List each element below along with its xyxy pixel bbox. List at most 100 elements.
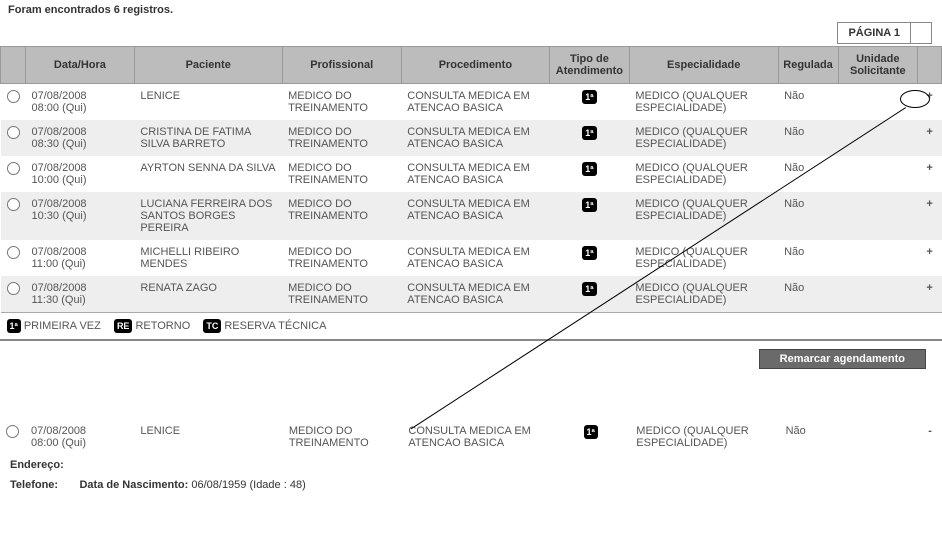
cell-paciente: AYRTON SENNA DA SILVA [134,156,282,192]
legend: 1ªPRIMEIRA VEZ RERETORNO TCRESERVA TÉCNI… [1,313,942,340]
cell-prof: MEDICO DO TREINAMENTO [282,240,401,276]
legend-retorno-label: RETORNO [135,320,190,332]
cell-paciente: RENATA ZAGO [134,276,282,313]
detail-prof: MEDICO DO TREINAMENTO [283,419,403,455]
expand-icon[interactable]: + [918,156,942,192]
table-row: 07/08/200810:00 (Qui)AYRTON SENNA DA SIL… [1,156,942,192]
cell-datahora: 07/08/200808:00 (Qui) [26,84,135,121]
cell-prof: MEDICO DO TREINAMENTO [282,84,401,121]
cell-reg: Não [778,84,838,121]
col-especialidade: Especialidade [629,47,778,84]
cell-proc: CONSULTA MEDICA EM ATENCAO BASICA [401,84,549,121]
detail-radio[interactable] [6,425,19,438]
cell-datahora: 07/08/200811:00 (Qui) [26,240,135,276]
row-radio[interactable] [7,282,20,295]
tipo-badge-icon: 1ª [582,90,596,104]
col-paciente: Paciente [134,47,282,84]
legend-primeira-label: PRIMEIRA VEZ [24,320,101,332]
detail-table: 07/08/200808:00 (Qui) LENICE MEDICO DO T… [0,419,942,455]
detail-tipo-badge-icon: 1ª [584,425,598,439]
col-regulada: Regulada [778,47,838,84]
tipo-badge-icon: 1ª [582,282,596,296]
cell-unid [838,240,918,276]
cell-espec: MEDICO (QUALQUER ESPECIALIDADE) [629,240,778,276]
badge-primeira-icon: 1ª [7,319,21,333]
table-row: 07/08/200808:30 (Qui)CRISTINA DE FATIMA … [1,120,942,156]
cell-paciente: CRISTINA DE FATIMA SILVA BARRETO [134,120,282,156]
cell-paciente: LUCIANA FERREIRA DOS SANTOS BORGES PEREI… [134,192,282,240]
expand-icon[interactable]: + [918,84,942,121]
cell-proc: CONSULTA MEDICA EM ATENCAO BASICA [401,120,549,156]
cell-espec: MEDICO (QUALQUER ESPECIALIDADE) [629,156,778,192]
detail-telefone-nasc: Telefone: Data de Nascimento: 06/08/1959… [0,475,942,495]
tipo-badge-icon: 1ª [582,126,596,140]
tipo-badge-icon: 1ª [582,198,596,212]
tipo-badge-icon: 1ª [582,246,596,260]
col-expand [918,47,942,84]
detail-datahora: 07/08/200808:00 (Qui) [25,419,134,455]
cell-prof: MEDICO DO TREINAMENTO [282,120,401,156]
expand-icon[interactable]: + [918,120,942,156]
table-row: 07/08/200811:30 (Qui)RENATA ZAGOMEDICO D… [1,276,942,313]
row-radio[interactable] [7,198,20,211]
col-select [1,47,26,84]
cell-unid [838,192,918,240]
cell-paciente: LENICE [134,84,282,121]
page-label: PÁGINA 1 [837,22,911,44]
cell-unid [838,276,918,313]
cell-proc: CONSULTA MEDICA EM ATENCAO BASICA [401,240,549,276]
cell-datahora: 07/08/200808:30 (Qui) [26,120,135,156]
cell-proc: CONSULTA MEDICA EM ATENCAO BASICA [401,192,549,240]
page-next[interactable] [911,22,932,44]
cell-prof: MEDICO DO TREINAMENTO [282,156,401,192]
table-row: 07/08/200810:30 (Qui)LUCIANA FERREIRA DO… [1,192,942,240]
remarcar-button[interactable]: Remarcar agendamento [759,349,926,369]
detail-endereco: Endereço: [0,455,942,475]
cell-unid [838,120,918,156]
col-unidade: Unidade Solicitante [838,47,918,84]
appointments-table: Data/Hora Paciente Profissional Procedim… [0,46,942,339]
col-profissional: Profissional [282,47,401,84]
detail-paciente: LENICE [134,419,282,455]
collapse-icon[interactable]: - [918,419,942,455]
row-radio[interactable] [7,246,20,259]
cell-unid [838,156,918,192]
detail-row: 07/08/200808:00 (Qui) LENICE MEDICO DO T… [0,419,942,455]
cell-espec: MEDICO (QUALQUER ESPECIALIDADE) [629,84,778,121]
cell-paciente: MICHELLI RIBEIRO MENDES [134,240,282,276]
col-procedimento: Procedimento [401,47,549,84]
row-radio[interactable] [7,126,20,139]
cell-reg: Não [778,276,838,313]
expand-icon[interactable]: + [918,240,942,276]
cell-reg: Não [778,120,838,156]
cell-datahora: 07/08/200810:00 (Qui) [26,156,135,192]
col-datahora: Data/Hora [26,47,135,84]
expand-icon[interactable]: + [918,276,942,313]
cell-proc: CONSULTA MEDICA EM ATENCAO BASICA [401,156,549,192]
results-count: Foram encontrados 6 registros. [0,0,942,20]
tipo-badge-icon: 1ª [582,162,596,176]
cell-prof: MEDICO DO TREINAMENTO [282,192,401,240]
table-row: 07/08/200808:00 (Qui)LENICEMEDICO DO TRE… [1,84,942,121]
detail-reg: Não [780,419,840,455]
cell-prof: MEDICO DO TREINAMENTO [282,276,401,313]
cell-proc: CONSULTA MEDICA EM ATENCAO BASICA [401,276,549,313]
expand-icon[interactable]: + [918,192,942,240]
table-row: 07/08/200811:00 (Qui)MICHELLI RIBEIRO ME… [1,240,942,276]
detail-unid [839,419,918,455]
detail-proc: CONSULTA MEDICA EM ATENCAO BASICA [402,419,551,455]
cell-espec: MEDICO (QUALQUER ESPECIALIDADE) [629,192,778,240]
row-radio[interactable] [7,90,20,103]
cell-unid [838,84,918,121]
cell-datahora: 07/08/200810:30 (Qui) [26,192,135,240]
row-radio[interactable] [7,162,20,175]
cell-espec: MEDICO (QUALQUER ESPECIALIDADE) [629,276,778,313]
cell-datahora: 07/08/200811:30 (Qui) [26,276,135,313]
pagination: PÁGINA 1 [0,22,942,44]
col-tipo: Tipo de Atendimento [549,47,629,84]
badge-retorno-icon: RE [114,319,133,333]
legend-reserva-label: RESERVA TÉCNICA [224,320,326,332]
badge-reserva-icon: TC [203,319,221,333]
cell-reg: Não [778,156,838,192]
detail-espec: MEDICO (QUALQUER ESPECIALIDADE) [630,419,779,455]
